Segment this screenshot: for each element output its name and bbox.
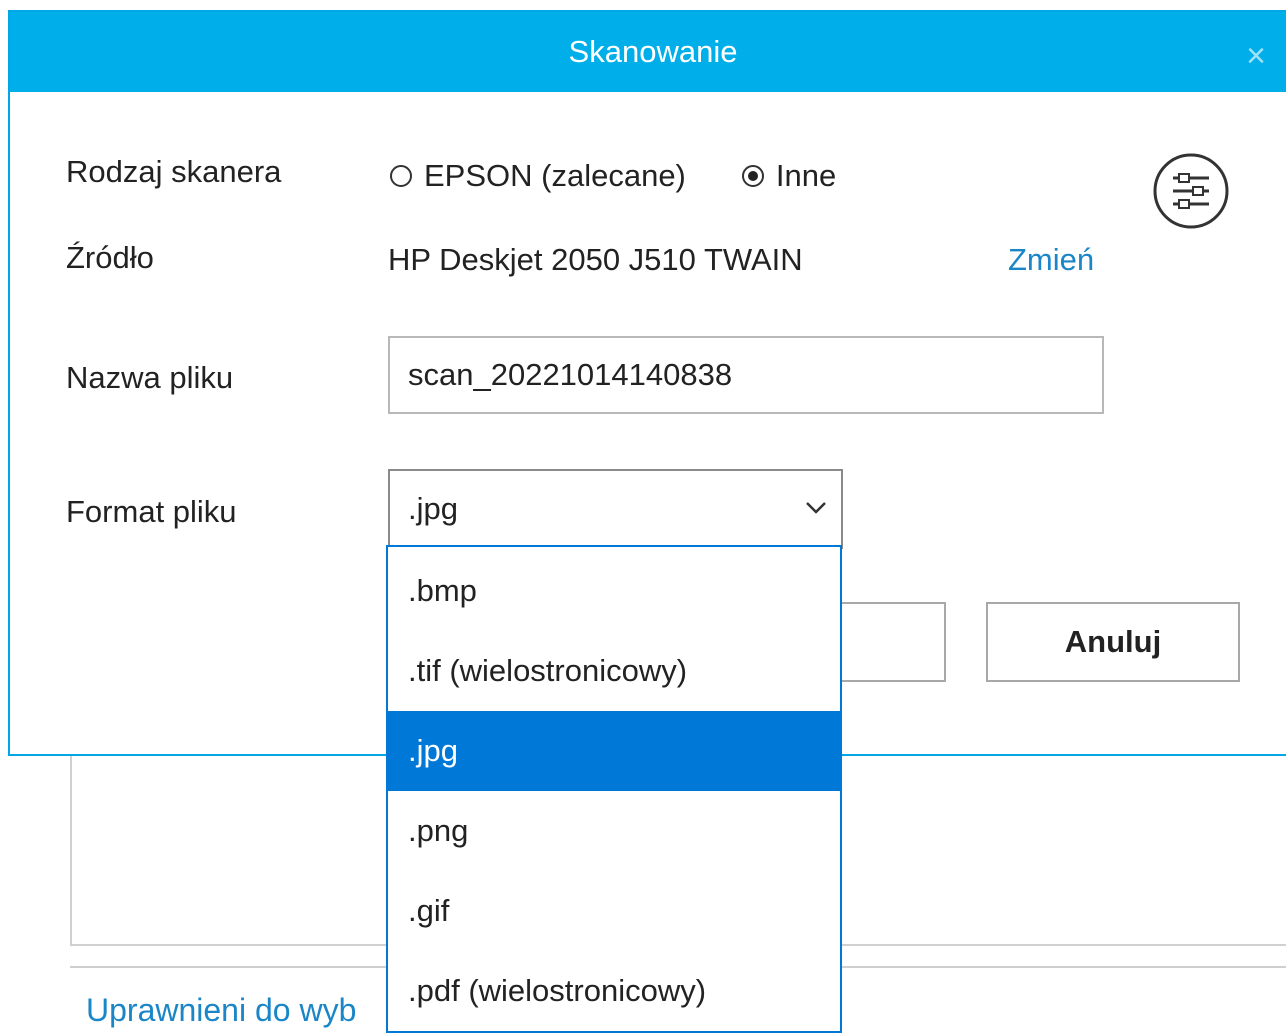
dialog-title: Skanowanie: [568, 34, 738, 69]
change-source-link[interactable]: Zmień: [1008, 242, 1094, 278]
radio-other[interactable]: Inne: [741, 158, 837, 194]
format-option-pdf[interactable]: .pdf (wielostronicowy): [388, 951, 840, 1031]
sliders-icon[interactable]: [1147, 152, 1235, 230]
chevron-down-icon: [806, 502, 826, 514]
format-option-bmp[interactable]: .bmp: [388, 551, 840, 631]
source-value: HP Deskjet 2050 J510 TWAIN: [388, 242, 803, 277]
scanner-type-label: Rodzaj skanera: [66, 154, 282, 189]
close-icon[interactable]: ×: [1238, 38, 1274, 74]
dialog-titlebar: Skanowanie: [10, 12, 1286, 92]
source-label: Źródło: [66, 240, 154, 275]
scanner-type-radio-group: EPSON (zalecane) Inne: [390, 158, 892, 194]
format-option-tif[interactable]: .tif (wielostronicowy): [388, 631, 840, 711]
cancel-button[interactable]: Anuluj: [986, 602, 1240, 682]
radio-epson-circle[interactable]: [390, 165, 412, 187]
radio-epson[interactable]: EPSON (zalecane): [390, 158, 686, 194]
file-name-input[interactable]: scan_20221014140838: [388, 336, 1104, 414]
file-format-dropdown-list: .bmp .tif (wielostronicowy) .jpg .png .g…: [386, 545, 842, 1033]
file-format-selected-value: .jpg: [408, 491, 458, 526]
radio-other-circle[interactable]: [741, 165, 764, 187]
format-option-jpg[interactable]: .jpg: [388, 711, 840, 791]
file-format-select[interactable]: .jpg: [388, 469, 843, 549]
file-name-label: Nazwa pliku: [66, 360, 234, 395]
file-format-label: Format pliku: [66, 494, 237, 529]
radio-other-label: Inne: [775, 158, 837, 193]
background-link[interactable]: Uprawnieni do wyb: [86, 992, 391, 1029]
format-option-gif[interactable]: .gif: [388, 871, 840, 951]
radio-epson-label: EPSON (zalecane): [424, 158, 686, 193]
format-option-png[interactable]: .png: [388, 791, 840, 871]
cancel-button-label: Anuluj: [1064, 624, 1162, 659]
